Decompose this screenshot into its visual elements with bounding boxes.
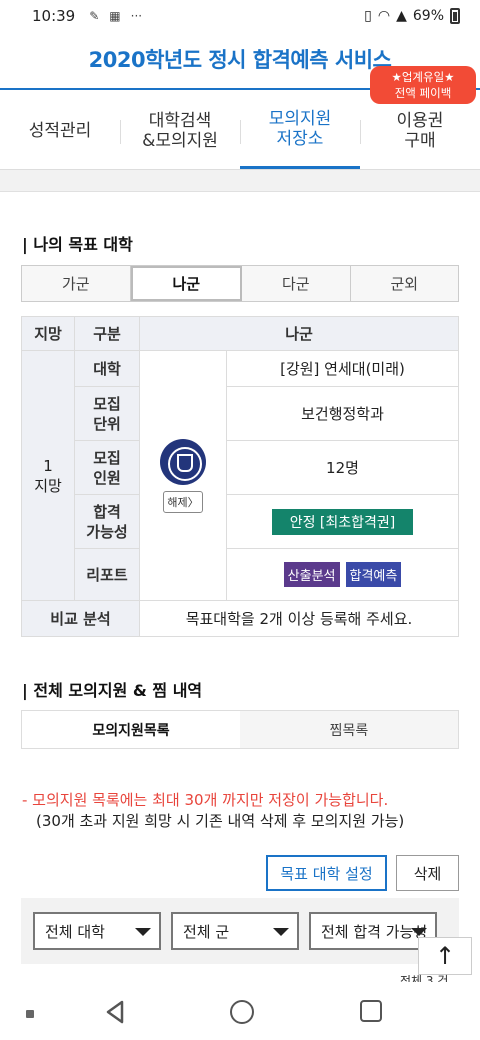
header-rank: 지망 (21, 316, 75, 351)
promo-badge[interactable]: ★업계유일★ 전액 페이백 (370, 66, 476, 104)
back-icon[interactable] (104, 1000, 126, 1024)
yonsei-logo (160, 438, 206, 485)
label-report: 리포트 (74, 548, 140, 601)
signal-icon: ▲ (396, 8, 407, 24)
filter-group-value: 전체 군 (183, 922, 230, 941)
tab-mock-list[interactable]: 모의지원목록 (22, 711, 240, 748)
tab-score-management[interactable]: 성적관리 (0, 92, 120, 169)
target-section-title: | 나의 목표 대학 (22, 235, 133, 254)
scroll-to-top-button[interactable]: ↑ (418, 937, 472, 975)
notice-line1: - 모의지원 목록에는 최대 30개 까지만 저장이 가능합니다. (22, 791, 389, 809)
sub-tabs: 모의지원목록 찜목록 (21, 710, 459, 749)
analysis-report-button[interactable]: 산출분석 (283, 562, 340, 587)
divider-band (0, 170, 480, 192)
group-tab-na[interactable]: 나군 (130, 266, 242, 301)
release-button[interactable]: 해제〉 (163, 490, 203, 513)
wifi-icon: ◠ (377, 8, 391, 24)
label-university: 대학 (74, 350, 140, 387)
home-icon[interactable] (230, 1000, 254, 1024)
status-bar: 10:39 ✎ ▦ ··· ▯ ◠ ▲ 69% (0, 0, 480, 32)
promo-line2: 전액 페이백 (394, 86, 452, 100)
recent-apps-icon[interactable] (360, 1000, 382, 1022)
filter-university-select[interactable]: 전체 대학 (33, 912, 161, 950)
group-tabs: 가군 나군 다군 군외 (21, 265, 459, 302)
group-tab-other[interactable]: 군외 (350, 266, 458, 301)
vibrate-icon: ▯ (364, 8, 372, 24)
arrow-up-icon: ↑ (434, 942, 456, 970)
possibility-badge: 안정 [최초합격권] (271, 508, 414, 535)
dropdown-arrow-icon (411, 928, 427, 936)
filter-group-select[interactable]: 전체 군 (171, 912, 299, 950)
notice: - 모의지원 목록에는 최대 30개 까지만 저장이 가능합니다. (30개 초… (22, 790, 462, 832)
battery-percent: 69% (412, 8, 444, 24)
tab-mock-storage[interactable]: 모의지원 저장소 (240, 92, 360, 169)
tab-wish-list[interactable]: 찜목록 (240, 711, 458, 748)
university-logo-cell: 해제〉 (139, 350, 227, 601)
filter-bar: 전체 대학 전체 군 전체 합격 가능성 (21, 898, 459, 964)
pill-icon: ✎ (89, 9, 100, 23)
more-notifications-icon: ··· (130, 9, 143, 23)
label-capacity: 모집 인원 (74, 440, 140, 495)
tab-label: 모의지원 저장소 (268, 109, 332, 149)
value-compare: 목표대학을 2개 이상 등록해 주세요. (139, 600, 459, 637)
battery-icon (450, 8, 460, 24)
value-university: [강원] 연세대(미래) (226, 350, 459, 387)
prediction-report-button[interactable]: 합격예측 (345, 562, 402, 587)
tab-university-search[interactable]: 대학검색 &모의지원 (120, 92, 240, 169)
dropdown-arrow-icon (135, 928, 151, 936)
label-unit: 모집 단위 (74, 386, 140, 441)
tab-label: 이용권 구매 (396, 110, 444, 151)
header-group: 나군 (139, 316, 459, 351)
chart-icon: ▦ (109, 9, 121, 23)
menu-icon[interactable] (26, 1010, 34, 1018)
dropdown-arrow-icon (273, 928, 289, 936)
value-capacity: 12명 (226, 440, 459, 495)
promo-line1: ★업계유일★ (391, 70, 455, 84)
status-time: 10:39 (32, 7, 76, 25)
label-possibility: 합격 가능성 (74, 494, 140, 549)
group-tab-ga[interactable]: 가군 (22, 266, 131, 301)
history-section-title: | 전체 모의지원 & 찜 내역 (22, 681, 203, 700)
value-unit: 보건행정학과 (226, 386, 459, 441)
label-compare: 비교 분석 (21, 600, 140, 637)
notice-line2: (30개 초과 지원 희망 시 기존 내역 삭제 후 모의지원 가능) (36, 812, 405, 830)
system-nav-bar (0, 982, 480, 1040)
tab-label: 성적관리 (28, 120, 92, 141)
target-table: 지망 구분 나군 1 지망 대학 해제〉 [강원] 연세대(미래) 모집 단위 … (21, 316, 459, 637)
delete-button[interactable]: 삭제 (396, 855, 459, 891)
header-category: 구분 (74, 316, 140, 351)
rank-cell: 1 지망 (21, 350, 75, 601)
tab-label: 대학검색 &모의지원 (142, 110, 218, 151)
set-target-button[interactable]: 목표 대학 설정 (266, 855, 387, 891)
filter-university-value: 전체 대학 (45, 922, 105, 941)
group-tab-da[interactable]: 다군 (242, 266, 351, 301)
